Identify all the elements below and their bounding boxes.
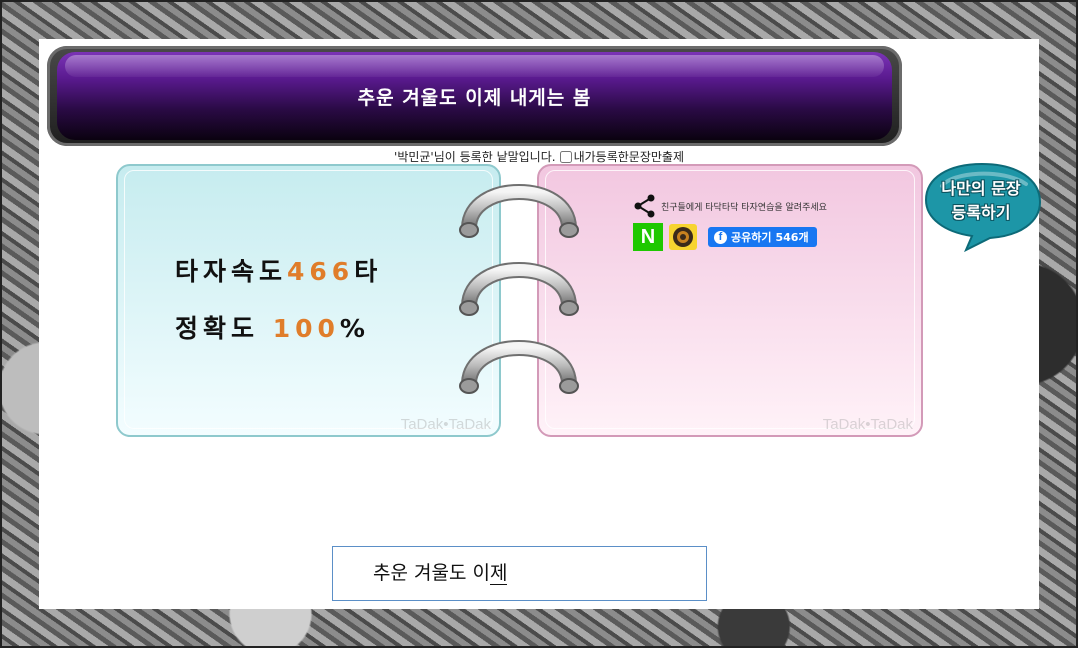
speed-row: 타자속도466타 bbox=[175, 252, 382, 288]
stats-card: 타자속도466타 정확도 100% TaDak•TaDak bbox=[116, 164, 501, 437]
typed-text: 추운 겨울도 이 bbox=[373, 562, 490, 584]
banner-gloss bbox=[65, 55, 884, 77]
naver-icon: N bbox=[640, 225, 656, 248]
share-buttons: N f 공유하기 546개 bbox=[633, 223, 817, 251]
speed-unit: 타 bbox=[354, 257, 383, 286]
kakaostory-share-button[interactable] bbox=[669, 224, 697, 250]
register-sentence-label[interactable]: 나만의 문장 등록하기 bbox=[928, 177, 1034, 225]
sentence-banner: 추운 겨울도 이제 내게는 봄 bbox=[57, 52, 892, 140]
share-prompt: 친구들에게 타닥타닥 타자연습을 알려주세요 bbox=[633, 194, 827, 218]
accuracy-row: 정확도 100% bbox=[175, 309, 370, 345]
ring-binder-icon bbox=[459, 184, 579, 394]
accuracy-label: 정확도 bbox=[175, 314, 260, 343]
composing-character: 제 bbox=[489, 562, 508, 585]
ring-1 bbox=[459, 184, 579, 238]
watermark-right: TaDak•TaDak bbox=[822, 416, 913, 433]
own-sentences-label[interactable]: 내가등록한문장만출제 bbox=[574, 150, 684, 164]
share-icon[interactable] bbox=[633, 194, 657, 218]
facebook-share-button[interactable]: f 공유하기 546개 bbox=[708, 227, 817, 247]
card-border-line bbox=[124, 170, 493, 429]
typing-input[interactable]: 추운 겨울도 이제 bbox=[332, 546, 707, 601]
naver-share-button[interactable]: N bbox=[633, 223, 663, 251]
accuracy-value: 100 bbox=[272, 314, 340, 343]
registration-line: '박민균'님이 등록한 낱말입니다. 내가등록한문장만출제 bbox=[0, 148, 1078, 165]
facebook-icon: f bbox=[714, 230, 727, 244]
own-sentences-checkbox[interactable] bbox=[559, 151, 572, 163]
accuracy-unit: % bbox=[339, 314, 370, 343]
register-line-2: 등록하기 bbox=[951, 203, 1011, 222]
facebook-share-count: 546개 bbox=[775, 231, 809, 244]
watermark-left: TaDak•TaDak bbox=[400, 416, 491, 433]
kakaostory-icon bbox=[673, 227, 693, 247]
speed-value: 466 bbox=[287, 257, 355, 286]
ring-3 bbox=[459, 340, 579, 394]
share-prompt-text: 친구들에게 타닥타닥 타자연습을 알려주세요 bbox=[661, 202, 827, 213]
facebook-share-label: 공유하기 bbox=[731, 231, 772, 244]
registration-text: '박민균'님이 등록한 낱말입니다. bbox=[394, 150, 556, 164]
speed-label: 타자속도 bbox=[175, 257, 288, 286]
banner-title: 추운 겨울도 이제 내게는 봄 bbox=[357, 86, 592, 109]
register-line-1: 나만의 문장 bbox=[941, 179, 1021, 198]
ring-2 bbox=[459, 262, 579, 316]
